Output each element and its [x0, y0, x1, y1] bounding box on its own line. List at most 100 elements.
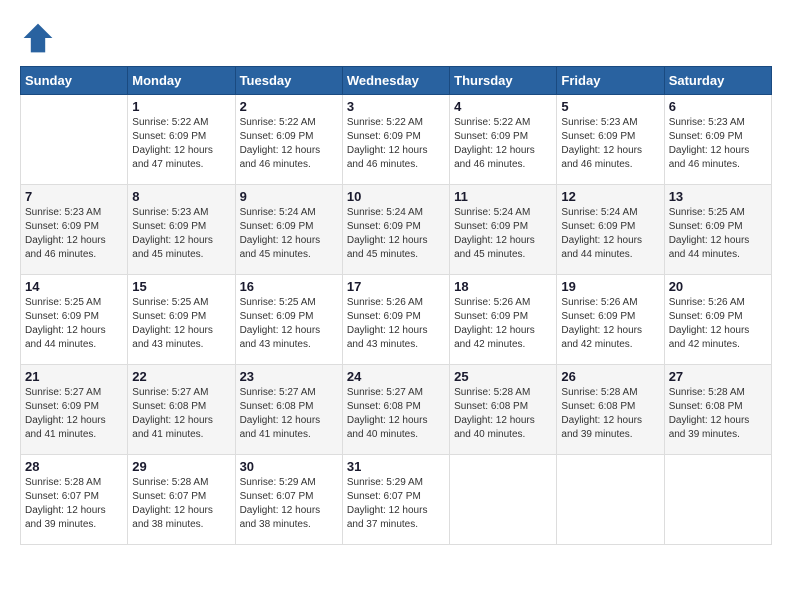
page-header	[20, 20, 772, 56]
day-cell: 13 Sunrise: 5:25 AMSunset: 6:09 PMDayligh…	[664, 185, 771, 275]
weekday-header-monday: Monday	[128, 67, 235, 95]
day-number: 12	[561, 189, 659, 204]
day-info: Sunrise: 5:25 AMSunset: 6:09 PMDaylight:…	[240, 296, 338, 352]
day-info: Sunrise: 5:24 AMSunset: 6:09 PMDaylight:…	[240, 206, 338, 262]
day-info: Sunrise: 5:25 AMSunset: 6:09 PMDaylight:…	[132, 296, 230, 352]
day-info: Sunrise: 5:22 AMSunset: 6:09 PMDaylight:…	[240, 116, 338, 172]
day-cell: 19 Sunrise: 5:26 AMSunset: 6:09 PMDayligh…	[557, 275, 664, 365]
day-number: 5	[561, 99, 659, 114]
day-info: Sunrise: 5:28 AMSunset: 6:07 PMDaylight:…	[25, 476, 123, 532]
day-info: Sunrise: 5:28 AMSunset: 6:07 PMDaylight:…	[132, 476, 230, 532]
day-info: Sunrise: 5:25 AMSunset: 6:09 PMDaylight:…	[25, 296, 123, 352]
day-info: Sunrise: 5:27 AMSunset: 6:08 PMDaylight:…	[347, 386, 445, 442]
day-info: Sunrise: 5:24 AMSunset: 6:09 PMDaylight:…	[347, 206, 445, 262]
day-cell: 15 Sunrise: 5:25 AMSunset: 6:09 PMDayligh…	[128, 275, 235, 365]
day-cell: 27 Sunrise: 5:28 AMSunset: 6:08 PMDayligh…	[664, 365, 771, 455]
day-cell: 11 Sunrise: 5:24 AMSunset: 6:09 PMDayligh…	[450, 185, 557, 275]
day-number: 8	[132, 189, 230, 204]
day-info: Sunrise: 5:27 AMSunset: 6:08 PMDaylight:…	[132, 386, 230, 442]
day-number: 21	[25, 369, 123, 384]
day-number: 31	[347, 459, 445, 474]
day-cell: 23 Sunrise: 5:27 AMSunset: 6:08 PMDayligh…	[235, 365, 342, 455]
day-info: Sunrise: 5:27 AMSunset: 6:08 PMDaylight:…	[240, 386, 338, 442]
day-info: Sunrise: 5:26 AMSunset: 6:09 PMDaylight:…	[454, 296, 552, 352]
day-number: 10	[347, 189, 445, 204]
day-number: 14	[25, 279, 123, 294]
day-info: Sunrise: 5:26 AMSunset: 6:09 PMDaylight:…	[561, 296, 659, 352]
day-info: Sunrise: 5:22 AMSunset: 6:09 PMDaylight:…	[347, 116, 445, 172]
day-number: 1	[132, 99, 230, 114]
day-cell	[557, 455, 664, 545]
day-cell	[664, 455, 771, 545]
day-cell: 24Sunrise: 5:27 AMSunset: 6:08 PMDayligh…	[342, 365, 449, 455]
day-cell: 5Sunrise: 5:23 AMSunset: 6:09 PMDaylight…	[557, 95, 664, 185]
day-number: 7	[25, 189, 123, 204]
day-cell: 7 Sunrise: 5:23 AMSunset: 6:09 PMDaylight…	[21, 185, 128, 275]
day-info: Sunrise: 5:22 AMSunset: 6:09 PMDaylight:…	[454, 116, 552, 172]
day-number: 6	[669, 99, 767, 114]
day-cell: 16Sunrise: 5:25 AMSunset: 6:09 PMDayligh…	[235, 275, 342, 365]
day-info: Sunrise: 5:28 AMSunset: 6:08 PMDaylight:…	[454, 386, 552, 442]
day-number: 18	[454, 279, 552, 294]
day-number: 3	[347, 99, 445, 114]
day-cell: 25 Sunrise: 5:28 AMSunset: 6:08 PMDayligh…	[450, 365, 557, 455]
day-info: Sunrise: 5:26 AMSunset: 6:09 PMDaylight:…	[669, 296, 767, 352]
day-number: 15	[132, 279, 230, 294]
day-number: 30	[240, 459, 338, 474]
day-info: Sunrise: 5:29 AMSunset: 6:07 PMDaylight:…	[347, 476, 445, 532]
day-info: Sunrise: 5:29 AMSunset: 6:07 PMDaylight:…	[240, 476, 338, 532]
weekday-header-sunday: Sunday	[21, 67, 128, 95]
day-cell: 3 Sunrise: 5:22 AMSunset: 6:09 PMDaylight…	[342, 95, 449, 185]
day-info: Sunrise: 5:22 AMSunset: 6:09 PMDaylight:…	[132, 116, 230, 172]
day-number: 11	[454, 189, 552, 204]
weekday-header-row: SundayMondayTuesdayWednesdayThursdayFrid…	[21, 67, 772, 95]
day-number: 4	[454, 99, 552, 114]
day-number: 25	[454, 369, 552, 384]
day-number: 2	[240, 99, 338, 114]
weekday-header-saturday: Saturday	[664, 67, 771, 95]
day-cell: 17Sunrise: 5:26 AMSunset: 6:09 PMDayligh…	[342, 275, 449, 365]
day-cell: 29 Sunrise: 5:28 AMSunset: 6:07 PMDayligh…	[128, 455, 235, 545]
day-cell: 21 Sunrise: 5:27 AMSunset: 6:09 PMDayligh…	[21, 365, 128, 455]
day-number: 27	[669, 369, 767, 384]
day-cell: 1 Sunrise: 5:22 AMSunset: 6:09 PMDaylight…	[128, 95, 235, 185]
day-number: 23	[240, 369, 338, 384]
day-info: Sunrise: 5:23 AMSunset: 6:09 PMDaylight:…	[25, 206, 123, 262]
weekday-header-friday: Friday	[557, 67, 664, 95]
day-number: 9	[240, 189, 338, 204]
day-cell: 10 Sunrise: 5:24 AMSunset: 6:09 PMDayligh…	[342, 185, 449, 275]
calendar-table: SundayMondayTuesdayWednesdayThursdayFrid…	[20, 66, 772, 545]
week-row-2: 7 Sunrise: 5:23 AMSunset: 6:09 PMDaylight…	[21, 185, 772, 275]
day-number: 19	[561, 279, 659, 294]
day-number: 17	[347, 279, 445, 294]
day-cell: 18 Sunrise: 5:26 AMSunset: 6:09 PMDayligh…	[450, 275, 557, 365]
day-cell: 4 Sunrise: 5:22 AMSunset: 6:09 PMDaylight…	[450, 95, 557, 185]
day-cell: 12 Sunrise: 5:24 AMSunset: 6:09 PMDayligh…	[557, 185, 664, 275]
week-row-4: 21 Sunrise: 5:27 AMSunset: 6:09 PMDayligh…	[21, 365, 772, 455]
day-cell	[450, 455, 557, 545]
day-number: 22	[132, 369, 230, 384]
day-info: Sunrise: 5:28 AMSunset: 6:08 PMDaylight:…	[669, 386, 767, 442]
day-cell: 8 Sunrise: 5:23 AMSunset: 6:09 PMDaylight…	[128, 185, 235, 275]
day-number: 29	[132, 459, 230, 474]
day-info: Sunrise: 5:25 AMSunset: 6:09 PMDaylight:…	[669, 206, 767, 262]
day-cell: 28 Sunrise: 5:28 AMSunset: 6:07 PMDayligh…	[21, 455, 128, 545]
week-row-3: 14 Sunrise: 5:25 AMSunset: 6:09 PMDayligh…	[21, 275, 772, 365]
day-info: Sunrise: 5:23 AMSunset: 6:09 PMDaylight:…	[669, 116, 767, 172]
day-cell: 14 Sunrise: 5:25 AMSunset: 6:09 PMDayligh…	[21, 275, 128, 365]
day-number: 13	[669, 189, 767, 204]
day-cell: 30 Sunrise: 5:29 AMSunset: 6:07 PMDayligh…	[235, 455, 342, 545]
logo-icon	[20, 20, 56, 56]
day-info: Sunrise: 5:27 AMSunset: 6:09 PMDaylight:…	[25, 386, 123, 442]
weekday-header-tuesday: Tuesday	[235, 67, 342, 95]
day-cell: 2 Sunrise: 5:22 AMSunset: 6:09 PMDaylight…	[235, 95, 342, 185]
day-number: 20	[669, 279, 767, 294]
day-info: Sunrise: 5:23 AMSunset: 6:09 PMDaylight:…	[132, 206, 230, 262]
day-cell: 22 Sunrise: 5:27 AMSunset: 6:08 PMDayligh…	[128, 365, 235, 455]
day-info: Sunrise: 5:24 AMSunset: 6:09 PMDaylight:…	[561, 206, 659, 262]
day-cell	[21, 95, 128, 185]
day-info: Sunrise: 5:24 AMSunset: 6:09 PMDaylight:…	[454, 206, 552, 262]
day-number: 28	[25, 459, 123, 474]
day-cell: 31 Sunrise: 5:29 AMSunset: 6:07 PMDayligh…	[342, 455, 449, 545]
week-row-1: 1 Sunrise: 5:22 AMSunset: 6:09 PMDaylight…	[21, 95, 772, 185]
